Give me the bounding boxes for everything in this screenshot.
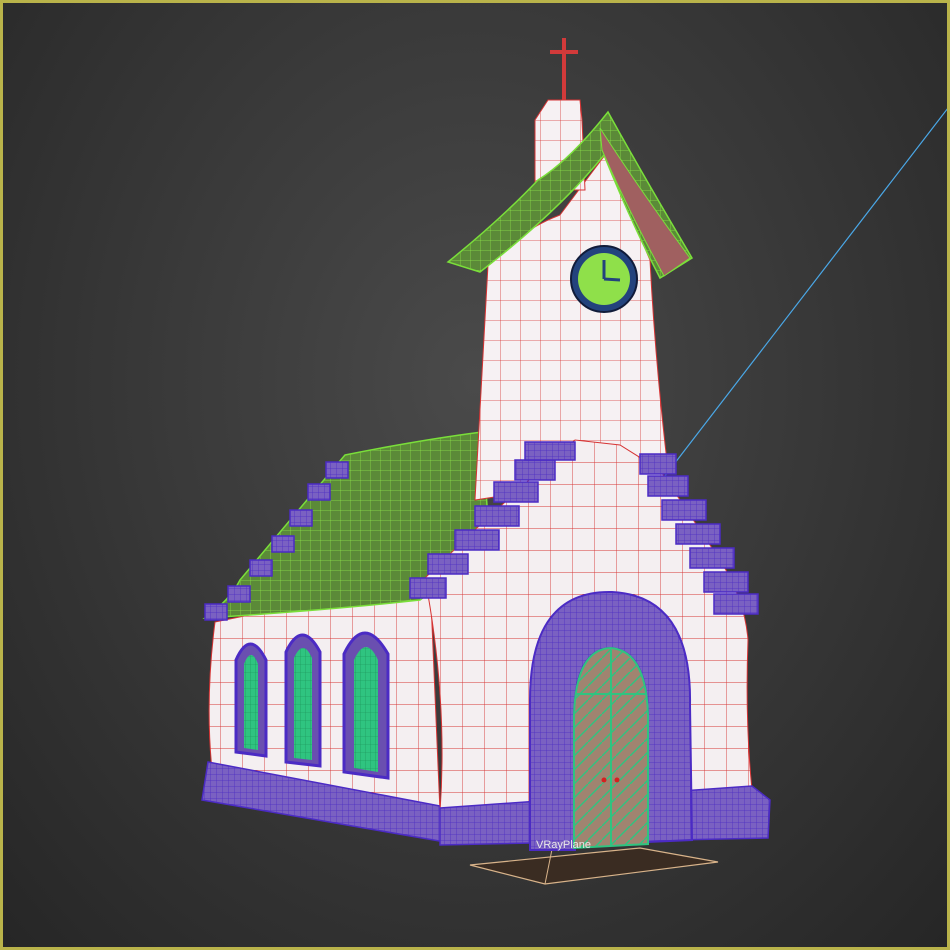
cross-icon[interactable]	[550, 38, 578, 100]
door-handle-left-icon[interactable]	[601, 777, 607, 783]
door-handle-right-icon[interactable]	[614, 777, 620, 783]
tower-clock[interactable]	[570, 245, 638, 313]
arched-windows	[234, 631, 390, 780]
perspective-viewport[interactable]: VRayPlane	[0, 0, 950, 950]
scene-canvas[interactable]: VRayPlane	[0, 0, 950, 950]
object-label: VRayPlane	[536, 839, 591, 851]
vray-plane[interactable]	[469, 847, 719, 885]
